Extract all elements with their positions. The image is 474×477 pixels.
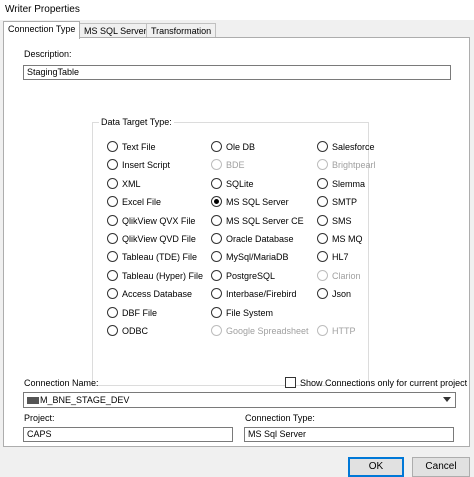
radio-button-icon[interactable] [317,178,328,189]
connection-name-select[interactable]: M_BNE_STAGE_DEV [23,392,456,408]
radio-button-icon[interactable] [317,215,328,226]
ok-button[interactable]: OK [348,457,404,477]
tab-transformation[interactable]: Transformation [146,23,217,38]
radio-label: SMS [332,216,352,226]
radio-button-icon[interactable] [107,141,118,152]
radio-label: MS SQL Server [226,197,289,207]
radio-button-icon[interactable] [211,233,222,244]
radio-button-icon[interactable] [317,233,328,244]
radio-label: Json [332,289,352,299]
data-target-type-group: Data Target Type: Text File Insert Script… [92,117,376,386]
radio-button-icon [317,325,328,336]
radio-label: Tableau (Hyper) File [122,271,204,281]
radio-button-icon[interactable] [107,325,118,336]
redacted-mark [27,397,39,405]
show-current-project-label: Show Connections only for current projec… [300,378,468,388]
radio-label: SQLite [226,179,254,189]
radio-button-icon [317,270,328,281]
radio-label: Excel File [122,197,162,207]
radio-label: SMTP [332,197,358,207]
connection-name-value: M_BNE_STAGE_DEV [40,395,130,405]
radio-label: QlikView QVD File [122,234,196,244]
radio-label: MS SQL Server CE [226,216,304,226]
radio-button-icon[interactable] [317,288,328,299]
radio-button-icon[interactable] [107,307,118,318]
radio-button-icon[interactable] [107,196,118,207]
radio-button-icon[interactable] [317,251,328,262]
data-target-type-label: Data Target Type: [99,117,174,127]
radio-button-icon [211,325,222,336]
radio-label: XML [122,179,141,189]
cancel-button[interactable]: Cancel [412,457,470,477]
radio-label: Access Database [122,289,193,299]
radio-button-icon[interactable] [107,215,118,226]
tab-panel: Description: StagingTable Data Target Ty… [3,37,470,447]
radio-label: Salesforce [332,142,375,152]
radio-button-icon[interactable] [107,270,118,281]
radio-label: Tableau (TDE) File [122,252,198,262]
tab-connection-type[interactable]: Connection Type [3,21,81,39]
tab-ms-sql-server[interactable]: MS SQL Server [79,23,152,38]
radio-button-icon[interactable] [211,270,222,281]
radio-button-icon[interactable] [211,178,222,189]
radio-button-icon[interactable] [211,288,222,299]
radio-label: DBF File [122,308,158,318]
connection-type-input[interactable]: MS Sql Server [244,427,454,442]
radio-button-icon[interactable] [211,141,222,152]
radio-label: ODBC [122,326,149,336]
radio-label: File System [226,308,274,318]
project-label: Project: [24,413,55,423]
description-input[interactable]: StagingTable [23,65,451,80]
connection-type-label: Connection Type: [245,413,315,423]
window-title: Writer Properties [5,4,80,15]
radio-label: Interbase/Firebird [226,289,297,299]
radio-button-icon[interactable] [211,251,222,262]
radio-label: Google Spreadsheet [226,326,309,336]
radio-button-icon[interactable] [211,196,222,207]
show-current-project-checkbox[interactable] [285,377,296,388]
radio-label: Slemma [332,179,366,189]
tab-strip: Connection Type MS SQL Server Transforma… [3,21,471,39]
radio-label: BDE [226,160,245,170]
radio-button-icon[interactable] [317,141,328,152]
project-input[interactable]: CAPS [23,427,233,442]
radio-label: QlikView QVX File [122,216,196,226]
radio-button-icon[interactable] [107,251,118,262]
radio-button-icon[interactable] [107,288,118,299]
chevron-down-icon[interactable] [443,397,451,402]
radio-button-icon[interactable] [107,178,118,189]
radio-label: PostgreSQL [226,271,276,281]
radio-button-icon[interactable] [317,196,328,207]
radio-button-icon[interactable] [107,233,118,244]
radio-label: Insert Script [122,160,171,170]
radio-button-icon [211,159,222,170]
title-bar: Writer Properties [0,0,474,20]
radio-label: HTTP [332,326,356,336]
radio-label: Brightpearl [332,160,376,170]
radio-label: Clarion [332,271,361,281]
radio-label: MS MQ [332,234,363,244]
radio-label: Text File [122,142,156,152]
radio-button-icon[interactable] [107,159,118,170]
writer-properties-dialog: Writer Properties Connection Type MS SQL… [0,0,474,477]
radio-label: HL7 [332,252,349,262]
description-label: Description: [24,49,72,59]
radio-label: MySql/MariaDB [226,252,289,262]
radio-label: Ole DB [226,142,256,152]
radio-button-icon[interactable] [211,307,222,318]
radio-button-icon [317,159,328,170]
radio-label: Oracle Database [226,234,294,244]
connection-name-label: Connection Name: [24,378,99,388]
radio-button-icon[interactable] [211,215,222,226]
